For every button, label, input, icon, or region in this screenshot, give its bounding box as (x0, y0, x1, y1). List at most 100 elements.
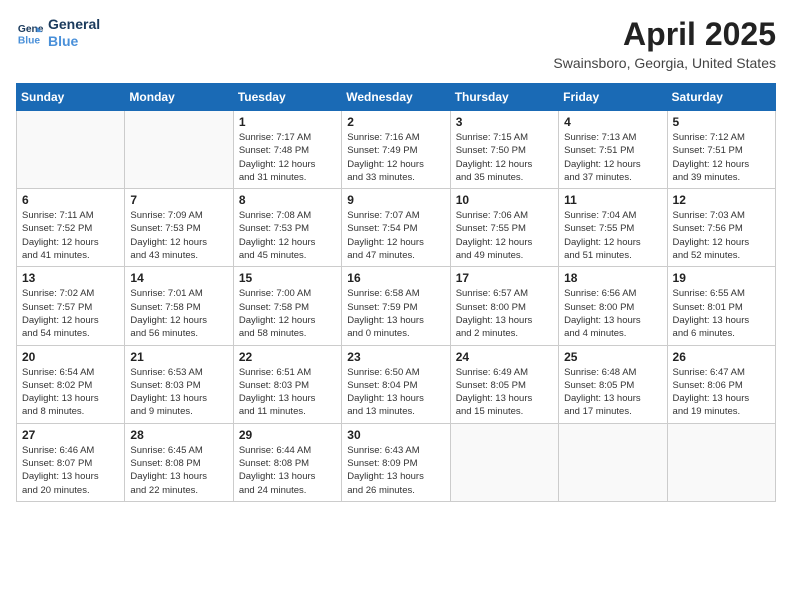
day-number: 5 (673, 115, 770, 129)
day-info: Sunrise: 6:44 AM Sunset: 8:08 PM Dayligh… (239, 444, 336, 497)
day-header-saturday: Saturday (667, 84, 775, 111)
month-title: April 2025 (553, 16, 776, 53)
day-info: Sunrise: 6:57 AM Sunset: 8:00 PM Dayligh… (456, 287, 553, 340)
day-info: Sunrise: 7:06 AM Sunset: 7:55 PM Dayligh… (456, 209, 553, 262)
day-info: Sunrise: 6:47 AM Sunset: 8:06 PM Dayligh… (673, 366, 770, 419)
day-number: 12 (673, 193, 770, 207)
calendar-cell: 23Sunrise: 6:50 AM Sunset: 8:04 PM Dayli… (342, 345, 450, 423)
calendar-cell: 25Sunrise: 6:48 AM Sunset: 8:05 PM Dayli… (559, 345, 667, 423)
calendar-cell: 9 Sunrise: 7:07 AM Sunset: 7:54 PM Daylig… (342, 189, 450, 267)
title-section: April 2025 Swainsboro, Georgia, United S… (553, 16, 776, 71)
day-info: Sunrise: 7:09 AM Sunset: 7:53 PM Dayligh… (130, 209, 227, 262)
day-header-sunday: Sunday (17, 84, 125, 111)
day-number: 10 (456, 193, 553, 207)
day-info: Sunrise: 6:51 AM Sunset: 8:03 PM Dayligh… (239, 366, 336, 419)
day-number: 2 (347, 115, 444, 129)
day-info: Sunrise: 6:46 AM Sunset: 8:07 PM Dayligh… (22, 444, 119, 497)
day-number: 9 (347, 193, 444, 207)
calendar-cell: 28 Sunrise: 6:45 AM Sunset: 8:08 PM Dayli… (125, 423, 233, 501)
day-number: 6 (22, 193, 119, 207)
calendar-cell: 30 Sunrise: 6:43 AM Sunset: 8:09 PM Dayli… (342, 423, 450, 501)
calendar-table: SundayMondayTuesdayWednesdayThursdayFrid… (16, 83, 776, 502)
calendar-cell: 10 Sunrise: 7:06 AM Sunset: 7:55 PM Dayli… (450, 189, 558, 267)
logo-line2: Blue (48, 33, 100, 50)
day-number: 1 (239, 115, 336, 129)
day-header-tuesday: Tuesday (233, 84, 341, 111)
day-number: 27 (22, 428, 119, 442)
calendar-cell: 17 Sunrise: 6:57 AM Sunset: 8:00 PM Dayli… (450, 267, 558, 345)
day-number: 15 (239, 271, 336, 285)
logo-icon: General Blue (16, 19, 44, 47)
logo: General Blue General Blue (16, 16, 100, 50)
day-info: Sunrise: 6:56 AM Sunset: 8:00 PM Dayligh… (564, 287, 661, 340)
calendar-cell: 11 Sunrise: 7:04 AM Sunset: 7:55 PM Dayli… (559, 189, 667, 267)
svg-text:General: General (18, 24, 44, 35)
day-info: Sunrise: 6:49 AM Sunset: 8:05 PM Dayligh… (456, 366, 553, 419)
day-number: 19 (673, 271, 770, 285)
calendar-cell: 13 Sunrise: 7:02 AM Sunset: 7:57 PM Dayli… (17, 267, 125, 345)
svg-text:Blue: Blue (18, 35, 41, 46)
day-info: Sunrise: 7:01 AM Sunset: 7:58 PM Dayligh… (130, 287, 227, 340)
day-number: 4 (564, 115, 661, 129)
calendar-cell: 26 Sunrise: 6:47 AM Sunset: 8:06 PM Dayli… (667, 345, 775, 423)
day-info: Sunrise: 7:03 AM Sunset: 7:56 PM Dayligh… (673, 209, 770, 262)
day-header-thursday: Thursday (450, 84, 558, 111)
calendar-cell (667, 423, 775, 501)
calendar-cell: 1 Sunrise: 7:17 AM Sunset: 7:48 PM Daylig… (233, 111, 341, 189)
day-info: Sunrise: 6:58 AM Sunset: 7:59 PM Dayligh… (347, 287, 444, 340)
calendar-cell: 5 Sunrise: 7:12 AM Sunset: 7:51 PM Daylig… (667, 111, 775, 189)
calendar-week-row: 20Sunrise: 6:54 AM Sunset: 8:02 PM Dayli… (17, 345, 776, 423)
day-number: 14 (130, 271, 227, 285)
day-info: Sunrise: 7:17 AM Sunset: 7:48 PM Dayligh… (239, 131, 336, 184)
calendar-cell (559, 423, 667, 501)
day-number: 16 (347, 271, 444, 285)
day-number: 17 (456, 271, 553, 285)
calendar-header-row: SundayMondayTuesdayWednesdayThursdayFrid… (17, 84, 776, 111)
day-info: Sunrise: 7:12 AM Sunset: 7:51 PM Dayligh… (673, 131, 770, 184)
calendar-cell: 14 Sunrise: 7:01 AM Sunset: 7:58 PM Dayli… (125, 267, 233, 345)
calendar-cell (450, 423, 558, 501)
calendar-week-row: 27 Sunrise: 6:46 AM Sunset: 8:07 PM Dayli… (17, 423, 776, 501)
day-info: Sunrise: 6:43 AM Sunset: 8:09 PM Dayligh… (347, 444, 444, 497)
day-info: Sunrise: 7:02 AM Sunset: 7:57 PM Dayligh… (22, 287, 119, 340)
day-number: 20 (22, 350, 119, 364)
day-header-wednesday: Wednesday (342, 84, 450, 111)
day-info: Sunrise: 6:53 AM Sunset: 8:03 PM Dayligh… (130, 366, 227, 419)
day-number: 24 (456, 350, 553, 364)
day-info: Sunrise: 7:07 AM Sunset: 7:54 PM Dayligh… (347, 209, 444, 262)
calendar-week-row: 13 Sunrise: 7:02 AM Sunset: 7:57 PM Dayli… (17, 267, 776, 345)
calendar-cell: 21 Sunrise: 6:53 AM Sunset: 8:03 PM Dayli… (125, 345, 233, 423)
day-info: Sunrise: 7:15 AM Sunset: 7:50 PM Dayligh… (456, 131, 553, 184)
page-header: General Blue General Blue April 2025 Swa… (16, 16, 776, 71)
day-number: 11 (564, 193, 661, 207)
day-number: 22 (239, 350, 336, 364)
calendar-cell: 22 Sunrise: 6:51 AM Sunset: 8:03 PM Dayli… (233, 345, 341, 423)
calendar-cell: 20Sunrise: 6:54 AM Sunset: 8:02 PM Dayli… (17, 345, 125, 423)
day-number: 13 (22, 271, 119, 285)
logo-line1: General (48, 16, 100, 33)
location-title: Swainsboro, Georgia, United States (553, 55, 776, 71)
day-number: 28 (130, 428, 227, 442)
day-header-friday: Friday (559, 84, 667, 111)
calendar-cell: 27 Sunrise: 6:46 AM Sunset: 8:07 PM Dayli… (17, 423, 125, 501)
calendar-cell: 7Sunrise: 7:09 AM Sunset: 7:53 PM Daylig… (125, 189, 233, 267)
calendar-cell: 8Sunrise: 7:08 AM Sunset: 7:53 PM Daylig… (233, 189, 341, 267)
day-info: Sunrise: 7:16 AM Sunset: 7:49 PM Dayligh… (347, 131, 444, 184)
calendar-cell: 29 Sunrise: 6:44 AM Sunset: 8:08 PM Dayli… (233, 423, 341, 501)
day-info: Sunrise: 7:04 AM Sunset: 7:55 PM Dayligh… (564, 209, 661, 262)
day-number: 8 (239, 193, 336, 207)
day-number: 21 (130, 350, 227, 364)
day-number: 3 (456, 115, 553, 129)
day-number: 26 (673, 350, 770, 364)
calendar-week-row: 1 Sunrise: 7:17 AM Sunset: 7:48 PM Daylig… (17, 111, 776, 189)
day-info: Sunrise: 6:45 AM Sunset: 8:08 PM Dayligh… (130, 444, 227, 497)
day-info: Sunrise: 6:50 AM Sunset: 8:04 PM Dayligh… (347, 366, 444, 419)
day-number: 25 (564, 350, 661, 364)
day-number: 29 (239, 428, 336, 442)
day-number: 30 (347, 428, 444, 442)
calendar-cell (125, 111, 233, 189)
calendar-cell: 18Sunrise: 6:56 AM Sunset: 8:00 PM Dayli… (559, 267, 667, 345)
day-info: Sunrise: 7:00 AM Sunset: 7:58 PM Dayligh… (239, 287, 336, 340)
calendar-cell: 3 Sunrise: 7:15 AM Sunset: 7:50 PM Daylig… (450, 111, 558, 189)
calendar-cell: 2 Sunrise: 7:16 AM Sunset: 7:49 PM Daylig… (342, 111, 450, 189)
